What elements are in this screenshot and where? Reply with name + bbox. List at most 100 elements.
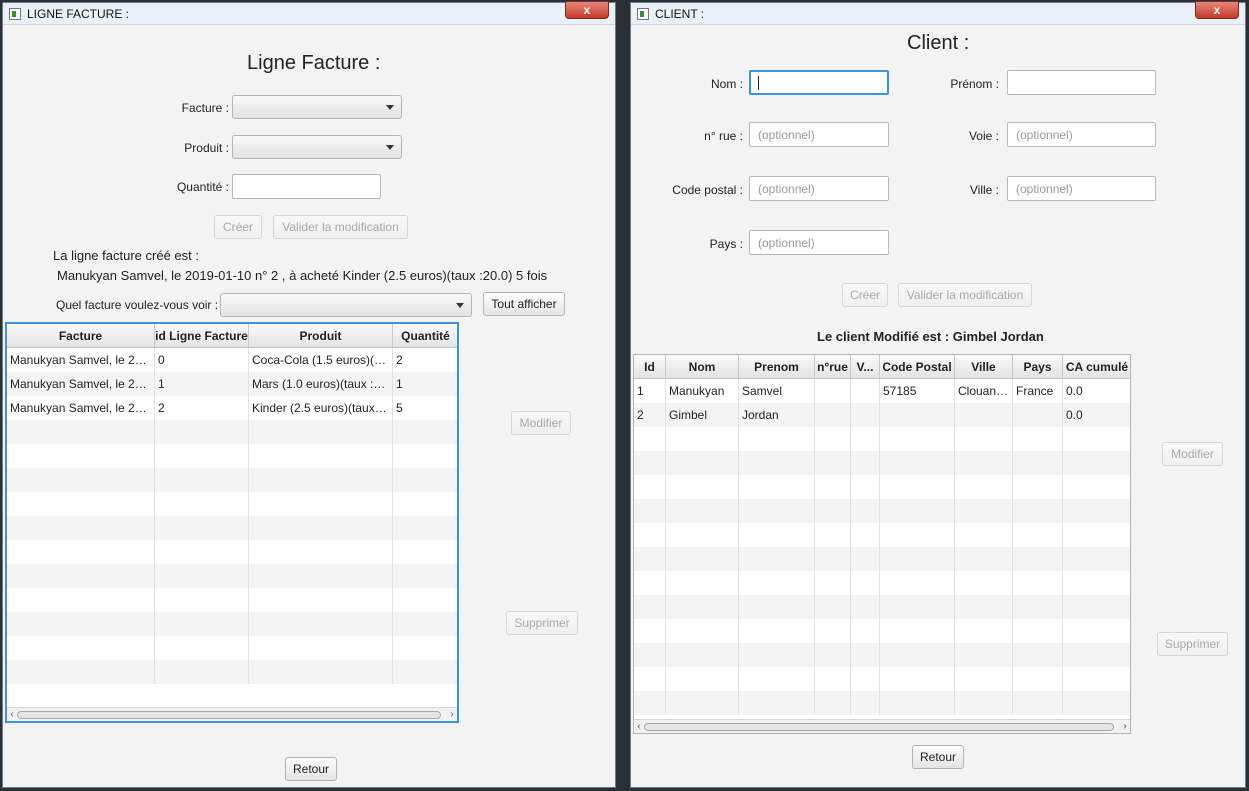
table-body: 1 Manukyan Samvel 57185 Clouange France … [634,379,1130,715]
table-cell: Samvel [739,379,815,403]
empty-row [7,468,457,492]
table-cell: 2 [155,396,249,420]
table-row[interactable]: 2 Gimbel Jordan 0.0 [634,403,1130,427]
empty-row [634,427,1130,451]
pays-input[interactable]: (optionnel) [749,230,889,255]
empty-row [634,643,1130,667]
ville-input[interactable]: (optionnel) [1007,176,1156,201]
column-header[interactable]: Produit [249,324,393,348]
info-text: Manukyan Samvel, le 2019-01-10 n° 2 , à … [57,268,548,283]
retour-button[interactable]: Retour [912,745,964,769]
quantite-input[interactable] [232,174,381,199]
modified-client-text: Le client Modifié est : Gimbel Jordan [817,329,1044,344]
table-cell: Manukyan Samvel, le 20... [7,348,155,372]
table-cell [880,403,955,427]
produit-select[interactable] [232,135,402,159]
client-window: CLIENT : x Client : Nom : Prénom : n° ru… [630,1,1246,788]
supprimer-button[interactable]: Supprimer [1157,632,1228,656]
close-button[interactable]: x [565,1,609,19]
facture-select[interactable] [232,95,402,119]
title-bar[interactable]: CLIENT : x [631,1,1245,25]
facture-label: Facture : [181,101,229,115]
column-header[interactable]: Prenom [739,355,815,379]
title-bar[interactable]: LIGNE FACTURE : x [3,1,615,25]
modifier-button[interactable]: Modifier [1162,442,1223,466]
info-label: La ligne facture créé est : [53,248,199,263]
scroll-left-icon[interactable]: ‹ [634,720,644,733]
table-cell: 0 [155,348,249,372]
column-header[interactable]: CA cumulé [1063,355,1130,379]
app-icon [9,7,21,20]
prenom-input[interactable] [1007,70,1156,95]
close-button[interactable]: x [1195,1,1239,19]
ligne-facture-table[interactable]: Facture id Ligne Facture Produit Quantit… [6,323,458,722]
column-header[interactable]: V... [851,355,880,379]
facture-filter-select[interactable] [220,293,472,317]
table-cell: Manukyan Samvel, le 20... [7,372,155,396]
nom-label: Nom : [710,77,743,91]
scroll-right-icon[interactable]: › [447,708,457,721]
column-header[interactable]: Pays [1013,355,1063,379]
retour-button[interactable]: Retour [285,757,337,781]
table-cell: Kinder (2.5 euros)(taux :... [249,396,393,420]
empty-row [7,420,457,444]
table-cell [851,403,880,427]
column-header[interactable]: Quantité [393,324,457,348]
creer-button[interactable]: Créer [842,283,888,307]
modifier-button[interactable]: Modifier [511,411,571,435]
page-title: Ligne Facture : [247,52,381,74]
table-row[interactable]: 1 Manukyan Samvel 57185 Clouange France … [634,379,1130,403]
table-cell: 2 [393,348,457,372]
voie-input[interactable]: (optionnel) [1007,122,1156,147]
empty-row [7,660,457,684]
rue-input[interactable]: (optionnel) [749,122,889,147]
empty-row [7,492,457,516]
creer-button[interactable]: Créer [214,215,262,239]
code-postal-input[interactable]: (optionnel) [749,176,889,201]
empty-row [634,523,1130,547]
column-header[interactable]: Ville [955,355,1013,379]
table-cell: Mars (1.0 euros)(taux :2... [249,372,393,396]
table-row[interactable]: Manukyan Samvel, le 20... 1 Mars (1.0 eu… [7,372,457,396]
window-title: CLIENT : [655,6,705,21]
table-cell: Manukyan Samvel, le 20... [7,396,155,420]
produit-label: Produit : [184,141,229,155]
table-cell [851,379,880,403]
column-header[interactable]: Nom [666,355,739,379]
table-cell: Clouange [955,379,1013,403]
valider-modification-button[interactable]: Valider la modification [898,283,1032,307]
column-header[interactable]: Code Postal [880,355,955,379]
column-header[interactable]: Facture [7,324,155,348]
empty-row [7,564,457,588]
table-cell: Gimbel [666,403,739,427]
table-cell: 0.0 [1063,379,1130,403]
column-header[interactable]: Id [634,355,666,379]
horizontal-scrollbar[interactable]: ‹ › [7,707,457,721]
column-header[interactable]: n°rue [815,355,851,379]
scroll-right-icon[interactable]: › [1120,720,1130,733]
tout-afficher-button[interactable]: Tout afficher [483,292,565,316]
ligne-facture-window: LIGNE FACTURE : x Ligne Facture : Factur… [2,1,616,788]
nom-input[interactable] [749,70,889,95]
column-header[interactable]: id Ligne Facture [155,324,249,348]
client-table[interactable]: Id Nom Prenom n°rue V... Code Postal Vil… [633,354,1131,734]
table-cell: 5 [393,396,457,420]
table-cell: 1 [393,372,457,396]
empty-row [7,516,457,540]
supprimer-button[interactable]: Supprimer [506,611,578,635]
scroll-thumb[interactable] [644,723,1114,731]
empty-row [634,451,1130,475]
valider-modification-button[interactable]: Valider la modification [273,215,408,239]
scroll-thumb[interactable] [17,711,441,719]
table-row[interactable]: Manukyan Samvel, le 20... 2 Kinder (2.5 … [7,396,457,420]
empty-row [634,667,1130,691]
horizontal-scrollbar[interactable]: ‹ › [634,719,1130,733]
app-icon [637,7,649,20]
table-row[interactable]: Manukyan Samvel, le 20... 0 Coca-Cola (1… [7,348,457,372]
table-cell [955,403,1013,427]
window-title: LIGNE FACTURE : [27,6,130,21]
empty-row [7,588,457,612]
scroll-left-icon[interactable]: ‹ [7,708,17,721]
table-cell: Coca-Cola (1.5 euros)(ta... [249,348,393,372]
quantite-label: Quantité : [176,180,229,194]
